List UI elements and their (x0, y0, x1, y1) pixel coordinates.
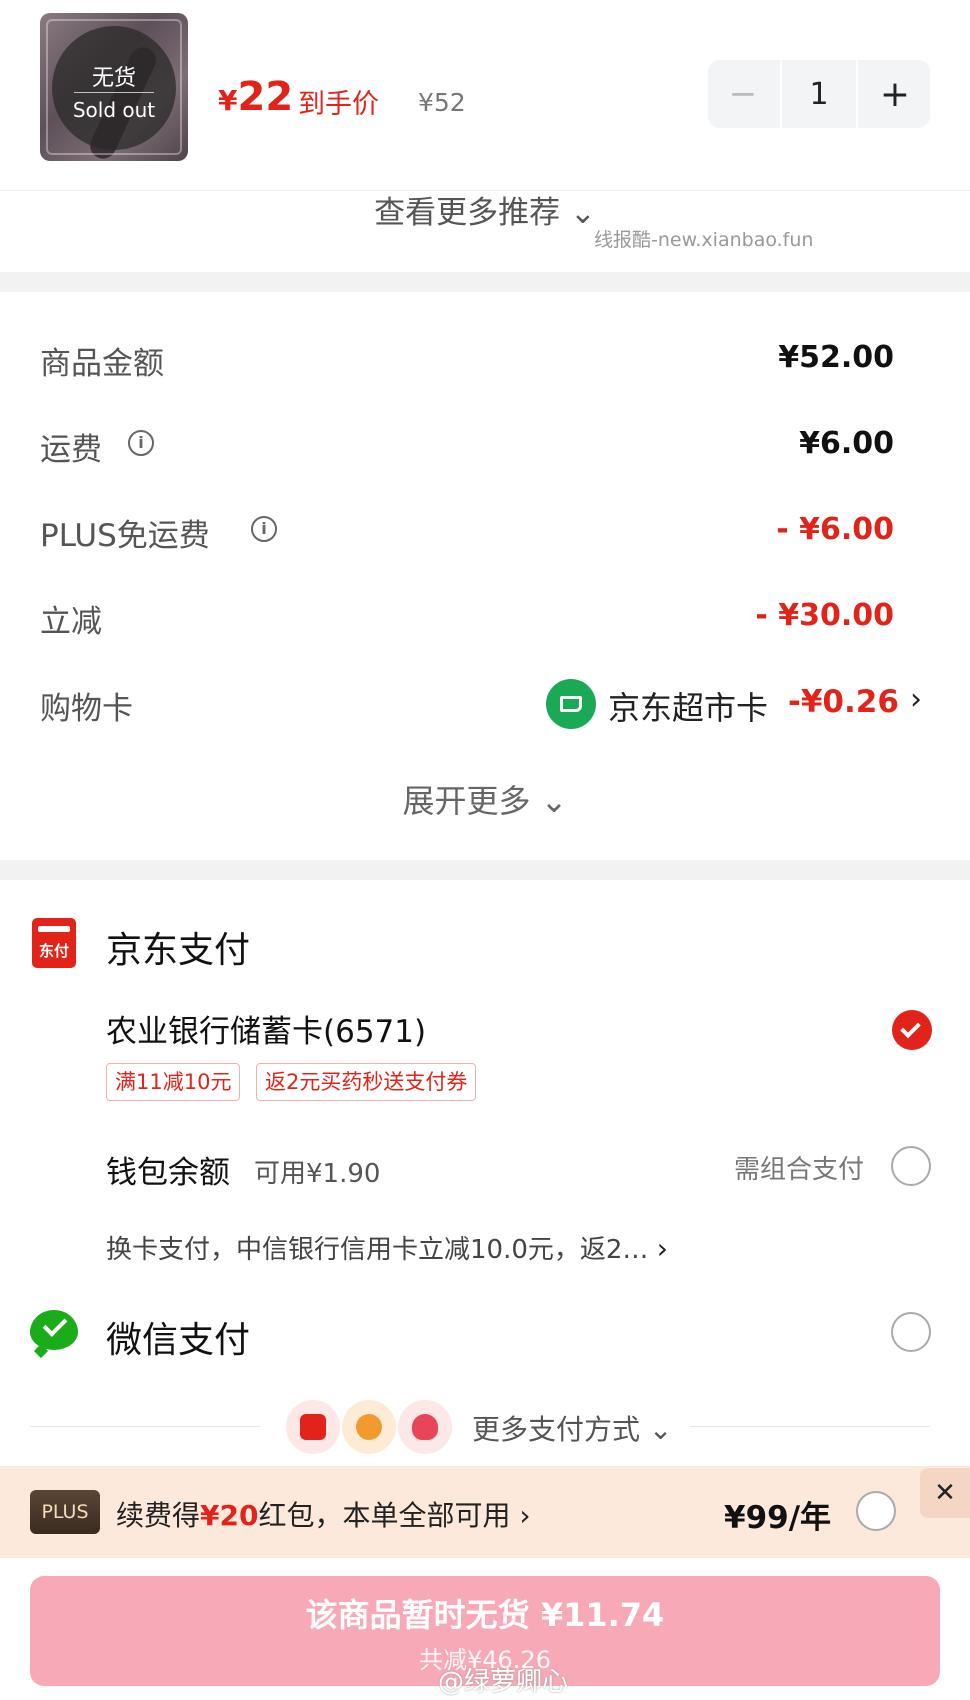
original-price: ¥52 (418, 88, 466, 117)
card-icon (546, 679, 596, 729)
pay-method-icon[interactable] (398, 1400, 452, 1454)
chevron-right-icon: › (656, 1232, 668, 1265)
plus-renew-text[interactable]: 续费得¥20红包，本单全部可用 › (116, 1494, 531, 1534)
switch-card-text: 换卡支付，中信银行信用卡立减10.0元，返2… (106, 1235, 649, 1265)
instant-discount-label: 立减 (40, 604, 102, 640)
sold-out-overlay: 无货 Sold out (52, 26, 176, 150)
product-thumbnail[interactable]: 无货 Sold out (40, 13, 188, 161)
decrease-button[interactable]: − (708, 60, 778, 128)
divider (30, 1426, 260, 1427)
shopping-card-label: 购物卡 (40, 691, 133, 727)
wechat-pay-title[interactable]: 微信支付 (106, 1311, 250, 1363)
increase-button[interactable]: + (860, 60, 930, 128)
bank-card-option[interactable]: 农业银行储蓄卡(6571) (106, 1006, 426, 1051)
jd-pay-title: 京东支付 (106, 930, 251, 971)
instant-discount-value: - ¥30.00 (755, 598, 894, 633)
plus-price: ¥99/年 (724, 1500, 832, 1536)
final-price: ¥22 (218, 74, 293, 120)
order-confirm-page: 无货 Sold out ¥22 到手价 ¥52 − 1 + 查看更多推荐 ⌄ 线… (0, 0, 970, 1700)
shipping-value: ¥6.00 (799, 426, 894, 461)
watermark-bottom: @绿萝卿心 (438, 1667, 569, 1697)
wechat-pay-icon (30, 1310, 78, 1359)
expand-more-link[interactable]: 展开更多 ⌄ (0, 776, 970, 822)
goods-amount-value: ¥52.00 (778, 340, 894, 375)
plus-radio[interactable] (856, 1491, 896, 1531)
chevron-right-icon[interactable]: › (910, 682, 922, 717)
shopping-card-name[interactable]: 京东超市卡 (608, 683, 768, 729)
section-separator (0, 860, 970, 880)
shipping-label: 运费 (40, 432, 102, 468)
wechat-radio[interactable] (891, 1312, 931, 1352)
close-icon[interactable]: ✕ (920, 1468, 970, 1518)
quantity-stepper: − 1 + (708, 60, 930, 128)
price-value: 22 (237, 74, 294, 120)
info-icon[interactable]: i (251, 516, 277, 542)
button-main-label: 该商品暂时无货 ¥11.74 (305, 1596, 665, 1634)
more-pay-methods-link[interactable]: 更多支付方式 ⌄ (472, 1408, 672, 1448)
divider (690, 1426, 930, 1427)
wallet-balance-label[interactable]: 钱包余额 (106, 1147, 230, 1192)
section-separator (0, 272, 970, 292)
sold-out-cn-label: 无货 (91, 66, 136, 91)
see-more-recommend-link[interactable]: 查看更多推荐 ⌄ (0, 190, 970, 236)
wallet-radio[interactable] (891, 1146, 931, 1186)
combo-pay-note: 需组合支付 (734, 1155, 865, 1185)
sold-out-en-label: Sold out (72, 98, 156, 122)
goods-amount-label: 商品金额 (40, 346, 164, 382)
plus-free-shipping-value: - ¥6.00 (776, 512, 894, 547)
wallet-available: 可用¥1.90 (254, 1159, 381, 1189)
price-currency: ¥ (218, 84, 238, 117)
sold-out-divider (74, 92, 154, 93)
info-icon[interactable]: i (128, 430, 154, 456)
watermark-top: 线报酷-new.xianbao.fun (594, 229, 814, 251)
plus-badge: PLUS (30, 1490, 100, 1534)
jd-pay-icon: 东付 (32, 918, 76, 968)
promo-tag: 满11减10元 (106, 1063, 241, 1101)
plus-free-shipping-label: PLUS免运费 (40, 518, 210, 554)
selected-check-icon[interactable] (892, 1010, 932, 1050)
switch-card-link[interactable]: 换卡支付，中信银行信用卡立减10.0元，返2… › (106, 1229, 668, 1266)
price-tag-label: 到手价 (298, 89, 379, 120)
shopping-card-amount: -¥0.26 (788, 684, 899, 720)
promo-tag: 返2元买药秒送支付券 (256, 1063, 477, 1101)
pay-method-icon[interactable] (286, 1400, 340, 1454)
quantity-value[interactable]: 1 (780, 60, 858, 128)
pay-method-icon[interactable] (342, 1400, 396, 1454)
